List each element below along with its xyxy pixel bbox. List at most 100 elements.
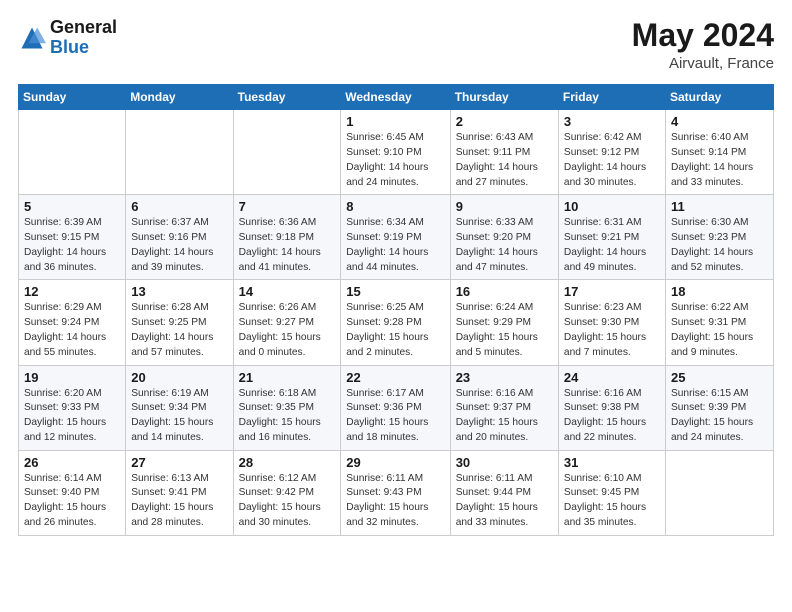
day-number: 31	[564, 455, 660, 470]
day-info: Sunrise: 6:16 AM Sunset: 9:38 PM Dayligh…	[564, 387, 660, 446]
day-info: Sunrise: 6:28 AM Sunset: 9:25 PM Dayligh…	[131, 301, 227, 360]
day-number: 13	[131, 284, 227, 299]
cell-w2-d6: 10 Sunrise: 6:31 AM Sunset: 9:21 PM Dayli…	[558, 195, 665, 280]
cell-w4-d4: 22 Sunrise: 6:17 AM Sunset: 9:36 PM Dayli…	[341, 365, 450, 450]
col-monday: Monday	[126, 85, 233, 110]
month-title: May 2024	[632, 18, 774, 53]
cell-w4-d2: 20 Sunrise: 6:19 AM Sunset: 9:34 PM Dayli…	[126, 365, 233, 450]
cell-w2-d7: 11Sunrise: 6:30 AM Sunset: 9:23 PM Dayli…	[665, 195, 773, 280]
cell-w3-d2: 13 Sunrise: 6:28 AM Sunset: 9:25 PM Dayli…	[126, 280, 233, 365]
day-info: Sunrise: 6:15 AM Sunset: 9:39 PM Dayligh…	[671, 387, 768, 446]
logo-icon	[18, 24, 46, 52]
cell-w4-d3: 21 Sunrise: 6:18 AM Sunset: 9:35 PM Dayli…	[233, 365, 341, 450]
day-number: 23	[456, 370, 553, 385]
cell-w1-d7: 4Sunrise: 6:40 AM Sunset: 9:14 PM Daylig…	[665, 110, 773, 195]
day-number: 3	[564, 114, 660, 129]
cell-w4-d1: 19Sunrise: 6:20 AM Sunset: 9:33 PM Dayli…	[19, 365, 126, 450]
day-number: 20	[131, 370, 227, 385]
cell-w1-d6: 3Sunrise: 6:42 AM Sunset: 9:12 PM Daylig…	[558, 110, 665, 195]
col-tuesday: Tuesday	[233, 85, 341, 110]
day-info: Sunrise: 6:29 AM Sunset: 9:24 PM Dayligh…	[24, 301, 120, 360]
week-row-4: 19Sunrise: 6:20 AM Sunset: 9:33 PM Dayli…	[19, 365, 774, 450]
day-info: Sunrise: 6:18 AM Sunset: 9:35 PM Dayligh…	[239, 387, 336, 446]
day-info: Sunrise: 6:37 AM Sunset: 9:16 PM Dayligh…	[131, 216, 227, 275]
day-number: 2	[456, 114, 553, 129]
cell-w5-d2: 27Sunrise: 6:13 AM Sunset: 9:41 PM Dayli…	[126, 450, 233, 535]
cell-w4-d6: 24 Sunrise: 6:16 AM Sunset: 9:38 PM Dayli…	[558, 365, 665, 450]
day-number: 17	[564, 284, 660, 299]
cell-w1-d3	[233, 110, 341, 195]
logo-blue: Blue	[50, 38, 117, 58]
cell-w3-d7: 18Sunrise: 6:22 AM Sunset: 9:31 PM Dayli…	[665, 280, 773, 365]
cell-w3-d6: 17 Sunrise: 6:23 AM Sunset: 9:30 PM Dayli…	[558, 280, 665, 365]
location: Airvault, France	[632, 55, 774, 72]
day-number: 12	[24, 284, 120, 299]
col-thursday: Thursday	[450, 85, 558, 110]
cell-w2-d1: 5 Sunrise: 6:39 AM Sunset: 9:15 PM Daylig…	[19, 195, 126, 280]
day-info: Sunrise: 6:17 AM Sunset: 9:36 PM Dayligh…	[346, 387, 444, 446]
day-number: 5	[24, 199, 120, 214]
week-row-5: 26 Sunrise: 6:14 AM Sunset: 9:40 PM Dayli…	[19, 450, 774, 535]
cell-w2-d5: 9Sunrise: 6:33 AM Sunset: 9:20 PM Daylig…	[450, 195, 558, 280]
day-info: Sunrise: 6:43 AM Sunset: 9:11 PM Dayligh…	[456, 131, 553, 190]
col-saturday: Saturday	[665, 85, 773, 110]
day-number: 9	[456, 199, 553, 214]
col-wednesday: Wednesday	[341, 85, 450, 110]
header: General Blue May 2024 Airvault, France	[18, 18, 774, 72]
col-friday: Friday	[558, 85, 665, 110]
day-number: 10	[564, 199, 660, 214]
day-info: Sunrise: 6:24 AM Sunset: 9:29 PM Dayligh…	[456, 301, 553, 360]
week-row-2: 5 Sunrise: 6:39 AM Sunset: 9:15 PM Daylig…	[19, 195, 774, 280]
day-info: Sunrise: 6:20 AM Sunset: 9:33 PM Dayligh…	[24, 387, 120, 446]
cell-w3-d5: 16 Sunrise: 6:24 AM Sunset: 9:29 PM Dayli…	[450, 280, 558, 365]
day-number: 24	[564, 370, 660, 385]
cell-w2-d4: 8 Sunrise: 6:34 AM Sunset: 9:19 PM Daylig…	[341, 195, 450, 280]
day-number: 18	[671, 284, 768, 299]
day-info: Sunrise: 6:12 AM Sunset: 9:42 PM Dayligh…	[239, 472, 336, 531]
cell-w5-d5: 30 Sunrise: 6:11 AM Sunset: 9:44 PM Dayli…	[450, 450, 558, 535]
day-info: Sunrise: 6:19 AM Sunset: 9:34 PM Dayligh…	[131, 387, 227, 446]
day-info: Sunrise: 6:39 AM Sunset: 9:15 PM Dayligh…	[24, 216, 120, 275]
day-info: Sunrise: 6:34 AM Sunset: 9:19 PM Dayligh…	[346, 216, 444, 275]
cell-w5-d4: 29Sunrise: 6:11 AM Sunset: 9:43 PM Dayli…	[341, 450, 450, 535]
week-row-3: 12 Sunrise: 6:29 AM Sunset: 9:24 PM Dayli…	[19, 280, 774, 365]
logo-general: General	[50, 18, 117, 38]
day-info: Sunrise: 6:45 AM Sunset: 9:10 PM Dayligh…	[346, 131, 444, 190]
page: General Blue May 2024 Airvault, France S…	[0, 0, 792, 612]
cell-w5-d6: 31Sunrise: 6:10 AM Sunset: 9:45 PM Dayli…	[558, 450, 665, 535]
cell-w3-d3: 14 Sunrise: 6:26 AM Sunset: 9:27 PM Dayli…	[233, 280, 341, 365]
day-number: 30	[456, 455, 553, 470]
day-number: 16	[456, 284, 553, 299]
day-info: Sunrise: 6:11 AM Sunset: 9:43 PM Dayligh…	[346, 472, 444, 531]
day-number: 7	[239, 199, 336, 214]
day-info: Sunrise: 6:14 AM Sunset: 9:40 PM Dayligh…	[24, 472, 120, 531]
cell-w3-d4: 15Sunrise: 6:25 AM Sunset: 9:28 PM Dayli…	[341, 280, 450, 365]
cell-w1-d1	[19, 110, 126, 195]
col-sunday: Sunday	[19, 85, 126, 110]
day-number: 26	[24, 455, 120, 470]
day-number: 21	[239, 370, 336, 385]
calendar-header-row: Sunday Monday Tuesday Wednesday Thursday…	[19, 85, 774, 110]
day-number: 27	[131, 455, 227, 470]
day-info: Sunrise: 6:11 AM Sunset: 9:44 PM Dayligh…	[456, 472, 553, 531]
day-number: 14	[239, 284, 336, 299]
calendar: Sunday Monday Tuesday Wednesday Thursday…	[18, 84, 774, 536]
cell-w1-d5: 2 Sunrise: 6:43 AM Sunset: 9:11 PM Daylig…	[450, 110, 558, 195]
cell-w4-d5: 23 Sunrise: 6:16 AM Sunset: 9:37 PM Dayli…	[450, 365, 558, 450]
day-info: Sunrise: 6:40 AM Sunset: 9:14 PM Dayligh…	[671, 131, 768, 190]
day-info: Sunrise: 6:26 AM Sunset: 9:27 PM Dayligh…	[239, 301, 336, 360]
day-number: 22	[346, 370, 444, 385]
cell-w2-d3: 7Sunrise: 6:36 AM Sunset: 9:18 PM Daylig…	[233, 195, 341, 280]
cell-w5-d7	[665, 450, 773, 535]
day-number: 25	[671, 370, 768, 385]
logo-text: General Blue	[50, 18, 117, 58]
day-number: 11	[671, 199, 768, 214]
day-info: Sunrise: 6:23 AM Sunset: 9:30 PM Dayligh…	[564, 301, 660, 360]
day-number: 8	[346, 199, 444, 214]
day-info: Sunrise: 6:25 AM Sunset: 9:28 PM Dayligh…	[346, 301, 444, 360]
cell-w2-d2: 6Sunrise: 6:37 AM Sunset: 9:16 PM Daylig…	[126, 195, 233, 280]
cell-w1-d4: 1Sunrise: 6:45 AM Sunset: 9:10 PM Daylig…	[341, 110, 450, 195]
logo: General Blue	[18, 18, 117, 58]
day-info: Sunrise: 6:31 AM Sunset: 9:21 PM Dayligh…	[564, 216, 660, 275]
day-info: Sunrise: 6:16 AM Sunset: 9:37 PM Dayligh…	[456, 387, 553, 446]
